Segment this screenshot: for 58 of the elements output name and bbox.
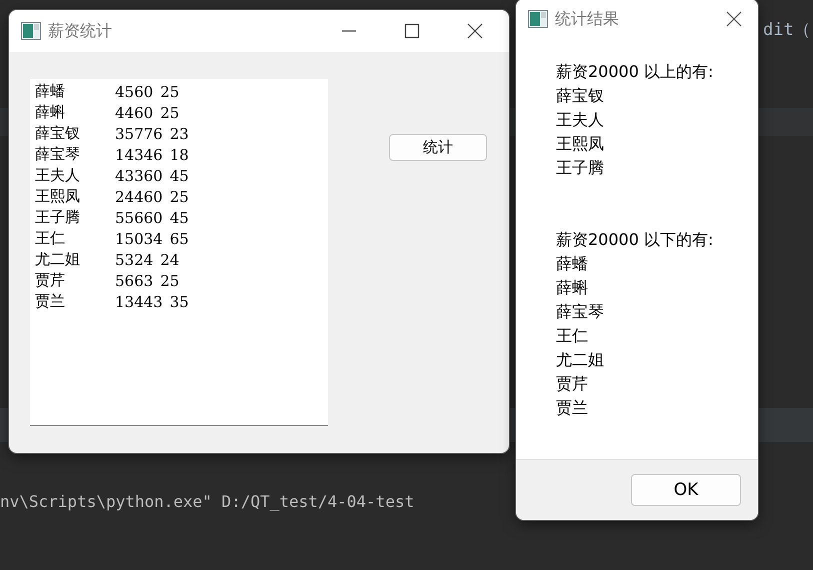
name-text: 薛蟠: [35, 82, 66, 101]
salary-text: 15034: [115, 230, 163, 248]
name-text: 贾芹: [35, 271, 66, 290]
age-text: 25: [160, 272, 180, 290]
name-text: 薛蝌: [35, 103, 66, 122]
text-edit[interactable]: 薛蟠 4560 25 薛蝌 4460 25 薛宝钗 35776 23 薛宝琴 14346 18 王夫人 43360 45 王熙凤 24460 25 王子腾 55660 45 王仁 15034 65 尤二姐 5324 24 贾芹 5663 25 贾兰 13443 35: [30, 79, 328, 426]
name-text: 王仁: [35, 229, 66, 248]
age-text: 18: [170, 146, 189, 164]
salary-text: 5663: [115, 272, 154, 290]
name-text: 贾芹: [556, 373, 589, 395]
salary-text: 4460: [115, 104, 154, 122]
name-text: 薛蝌: [556, 277, 589, 299]
name-text: 贾兰: [556, 397, 589, 419]
name-text: 薛宝钗: [556, 85, 605, 107]
name-text: 王子腾: [556, 157, 605, 179]
ok-button[interactable]: OK: [631, 474, 741, 506]
age-text: 45: [170, 208, 189, 226]
age-text: 35: [170, 292, 189, 310]
salary-text: 24460: [115, 188, 163, 206]
name-text: 王子腾: [35, 208, 81, 227]
message-heading: 薪资20000 以下的有:: [556, 229, 714, 251]
code-text: dit（: [763, 19, 811, 41]
name-text: 薛宝琴: [35, 145, 81, 164]
age-text: 24: [160, 250, 180, 268]
name-text: 尤二姐: [35, 250, 81, 269]
age-text: 25: [170, 188, 189, 206]
app-icon: [528, 10, 548, 28]
window-title: 薪资统计: [48, 20, 113, 42]
age-text: 25: [160, 82, 180, 100]
salary-text: 35776: [115, 124, 163, 142]
name-text: 王夫人: [556, 109, 605, 131]
age-text: 65: [170, 230, 189, 248]
maximize-icon[interactable]: [404, 23, 420, 39]
message-heading: 薪资20000 以上的有:: [556, 61, 714, 83]
name-text: 薛蟠: [556, 253, 589, 275]
window-title: 统计结果: [555, 8, 620, 30]
salary-text: 55660: [115, 208, 163, 226]
salary-text: 43360: [115, 166, 163, 184]
name-text: 薛宝琴: [556, 301, 605, 323]
salary-text: 4560: [115, 82, 154, 100]
name-text: 王仁: [556, 325, 589, 347]
age-text: 25: [160, 104, 180, 122]
salary-text: 14346: [115, 146, 163, 164]
age-text: 23: [170, 124, 189, 142]
name-text: 王熙凤: [556, 133, 605, 155]
name-text: 贾兰: [35, 292, 66, 311]
name-text: 王熙凤: [35, 187, 81, 206]
name-text: 王夫人: [35, 166, 81, 185]
statistics-button[interactable]: 统计: [389, 134, 487, 161]
salary-text: 13443: [115, 292, 163, 310]
name-text: 薛宝钗: [35, 124, 81, 143]
name-text: 尤二姐: [556, 349, 605, 371]
salary-text: 5324: [115, 250, 154, 268]
app-icon: [21, 22, 41, 40]
age-text: 45: [170, 166, 189, 184]
console-text: nv\Scripts\python.exe" D:/QT_test/4-04-test: [0, 492, 414, 511]
close-icon[interactable]: [467, 23, 483, 39]
close-icon[interactable]: [726, 11, 742, 27]
